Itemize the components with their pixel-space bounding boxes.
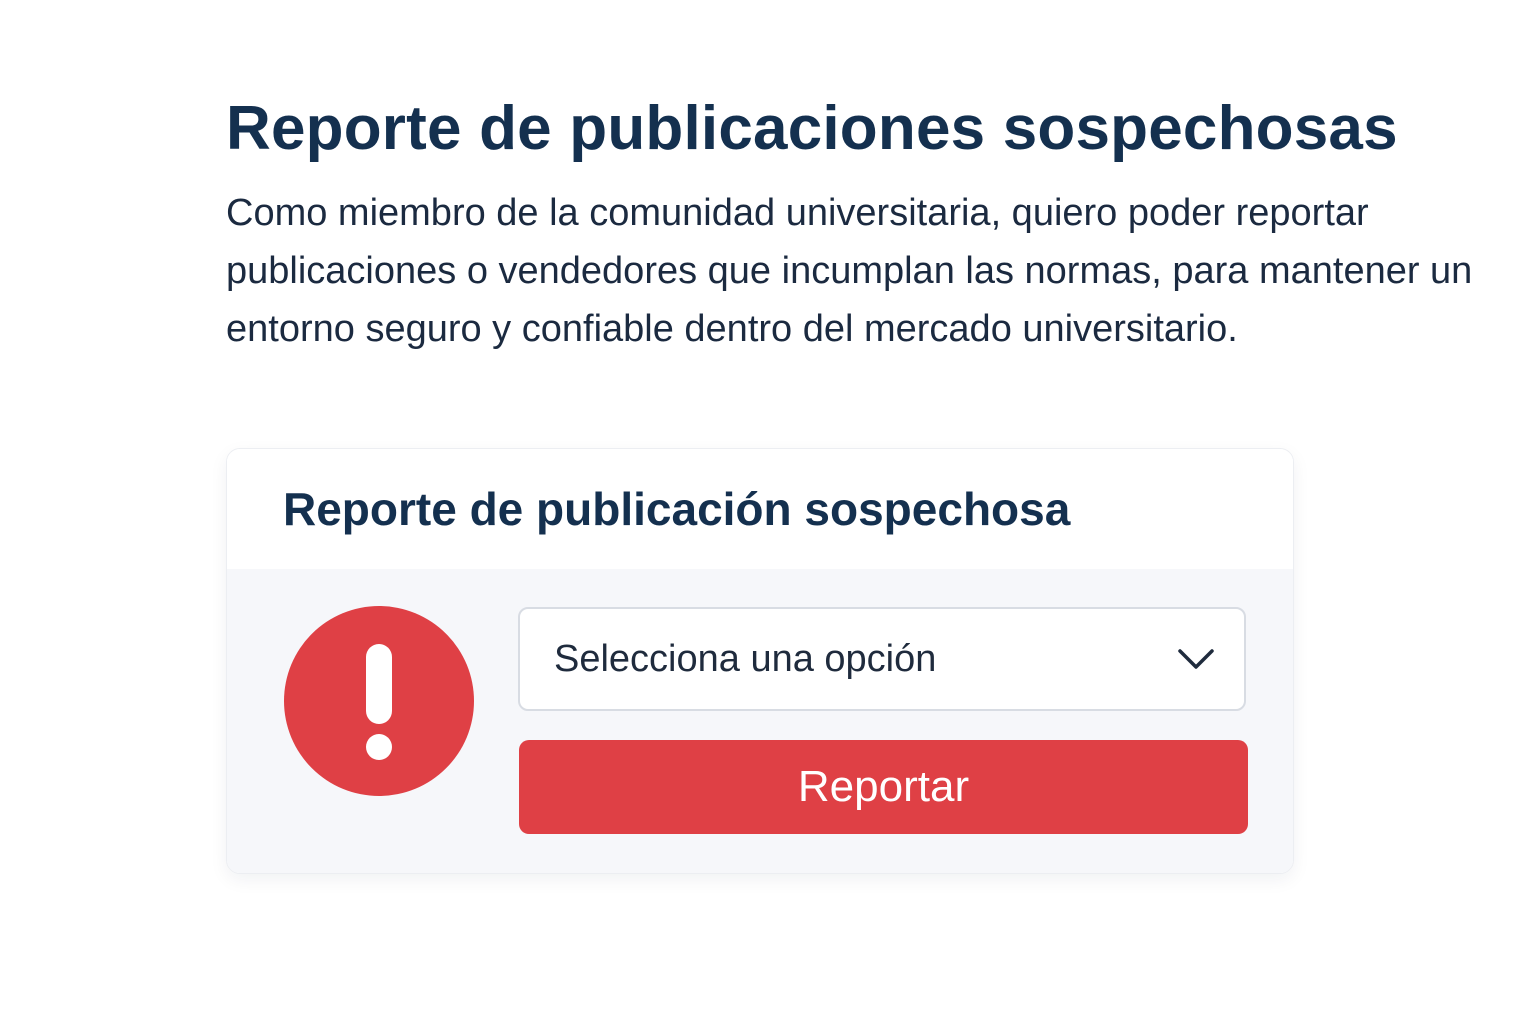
chevron-down-icon	[1178, 649, 1214, 669]
exclamation-bar	[366, 644, 392, 724]
page-header: Reporte de publicaciones sospechosas Com…	[226, 92, 1516, 358]
card-header: Reporte de publicación sospechosa	[227, 449, 1293, 569]
card-body: Selecciona una opción Reportar	[227, 569, 1293, 873]
card-title: Reporte de publicación sospechosa	[283, 483, 1071, 535]
report-card: Reporte de publicación sospechosa Selecc…	[226, 448, 1294, 874]
page-description: Como miembro de la comunidad universitar…	[226, 192, 1473, 350]
report-reason-select[interactable]: Selecciona una opción	[518, 607, 1246, 711]
exclamation-dot	[366, 734, 392, 760]
exclamation-alert-icon	[284, 606, 474, 796]
select-value: Selecciona una opción	[554, 637, 937, 680]
report-button[interactable]: Reportar	[519, 740, 1248, 834]
page-title: Reporte de publicaciones sospechosas	[226, 94, 1398, 163]
